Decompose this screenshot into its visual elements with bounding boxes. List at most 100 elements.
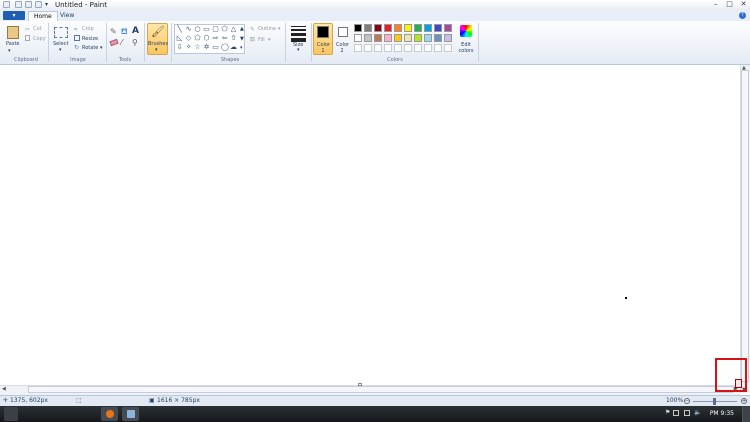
polygon-shape-icon[interactable]: ⬠ bbox=[221, 26, 228, 33]
paste-icon[interactable] bbox=[7, 26, 19, 39]
volume-tray-icon[interactable]: 🔈 bbox=[694, 409, 701, 416]
drawing-canvas[interactable] bbox=[0, 65, 740, 385]
cloud-callout-shape-icon[interactable]: ☁ bbox=[230, 44, 237, 51]
shapes-expand-icon[interactable]: ▾ bbox=[240, 45, 243, 51]
help-icon[interactable]: ? bbox=[739, 12, 746, 19]
outline-icon[interactable]: ✎ bbox=[250, 26, 255, 33]
rectangle-shape-icon[interactable]: ▭ bbox=[203, 26, 210, 33]
minimize-button[interactable]: – bbox=[711, 0, 720, 8]
show-desktop-button[interactable] bbox=[742, 406, 750, 422]
palette-swatch[interactable] bbox=[384, 34, 392, 42]
palette-swatch[interactable] bbox=[434, 34, 442, 42]
palette-swatch[interactable] bbox=[394, 24, 402, 32]
vertical-scroll-thumb[interactable] bbox=[741, 70, 749, 382]
resize-icon[interactable] bbox=[74, 35, 80, 41]
pencil-icon[interactable]: ✎ bbox=[110, 27, 117, 36]
fill-dropdown-icon[interactable]: ▾ bbox=[268, 37, 271, 43]
shapes-scroll-down-icon[interactable]: ▼ bbox=[240, 36, 244, 42]
palette-swatch[interactable] bbox=[424, 34, 432, 42]
color-picker-icon[interactable]: ⁄ bbox=[121, 38, 122, 47]
crop-icon[interactable]: ⌗ bbox=[74, 26, 77, 34]
text-tool-icon[interactable]: A bbox=[132, 26, 139, 36]
maximize-button[interactable]: □ bbox=[725, 0, 734, 8]
brushes-dropdown-icon[interactable]: ▾ bbox=[155, 47, 158, 53]
magnifier-icon[interactable]: ⚲ bbox=[132, 38, 138, 47]
palette-swatch[interactable] bbox=[394, 34, 402, 42]
paint-app-icon[interactable] bbox=[3, 1, 10, 8]
palette-swatch[interactable] bbox=[424, 44, 432, 52]
redo-quick-icon[interactable] bbox=[35, 1, 42, 8]
palette-swatch[interactable] bbox=[374, 24, 382, 32]
size-dropdown-icon[interactable]: ▾ bbox=[297, 47, 300, 53]
rotate-dropdown-icon[interactable]: ▾ bbox=[100, 45, 103, 51]
tab-view[interactable]: View bbox=[55, 11, 79, 21]
canvas-bottom-resize-handle[interactable] bbox=[358, 383, 362, 386]
palette-swatch[interactable] bbox=[404, 44, 412, 52]
display-tray-icon[interactable] bbox=[684, 410, 690, 416]
copy-icon[interactable] bbox=[25, 35, 30, 41]
callout-shape-icon[interactable]: ▭ bbox=[212, 44, 219, 51]
select-icon[interactable] bbox=[54, 27, 68, 38]
paint-menu-button[interactable]: ▾ bbox=[3, 11, 25, 20]
firefox-taskbar-icon[interactable] bbox=[101, 407, 118, 421]
palette-swatch[interactable] bbox=[424, 24, 432, 32]
zoom-in-icon[interactable]: + bbox=[741, 398, 747, 404]
shapes-scroll-up-icon[interactable]: ▲ bbox=[240, 26, 244, 32]
close-button[interactable]: ✕ bbox=[739, 0, 748, 8]
scroll-left-icon[interactable]: ◀ bbox=[2, 386, 6, 392]
undo-quick-icon[interactable] bbox=[25, 1, 32, 8]
resize-button[interactable]: Resize bbox=[82, 36, 98, 42]
palette-swatch[interactable] bbox=[354, 34, 362, 42]
line-shape-icon[interactable]: ╲ bbox=[176, 26, 183, 33]
canvas-corner-resize-handle[interactable] bbox=[735, 379, 742, 388]
six-point-star-shape-icon[interactable]: ✡ bbox=[203, 44, 210, 51]
palette-swatch[interactable] bbox=[394, 44, 402, 52]
palette-swatch[interactable] bbox=[354, 44, 362, 52]
outline-dropdown-icon[interactable]: ▾ bbox=[278, 26, 281, 32]
color2-swatch[interactable] bbox=[338, 27, 348, 37]
left-arrow-shape-icon[interactable]: ⇦ bbox=[221, 35, 228, 42]
palette-swatch[interactable] bbox=[354, 24, 362, 32]
copy-button[interactable]: Copy bbox=[33, 36, 46, 42]
diamond-shape-icon[interactable]: ◇ bbox=[185, 35, 192, 42]
clock[interactable]: PM 9:35 bbox=[710, 410, 734, 417]
palette-swatch[interactable] bbox=[414, 44, 422, 52]
five-point-star-shape-icon[interactable]: ☆ bbox=[194, 44, 201, 51]
cut-icon[interactable]: ✂ bbox=[25, 26, 30, 33]
fill-bucket-icon[interactable]: ⛾ bbox=[121, 27, 128, 37]
palette-swatch[interactable] bbox=[384, 44, 392, 52]
palette-swatch[interactable] bbox=[414, 34, 422, 42]
palette-swatch[interactable] bbox=[434, 44, 442, 52]
palette-swatch[interactable] bbox=[434, 24, 442, 32]
palette-swatch[interactable] bbox=[444, 34, 452, 42]
size-icon[interactable] bbox=[291, 26, 306, 42]
zoom-slider-thumb[interactable] bbox=[713, 398, 716, 405]
outline-button[interactable]: Outline bbox=[258, 26, 276, 32]
palette-swatch[interactable] bbox=[364, 44, 372, 52]
rotate-button[interactable]: Rotate bbox=[82, 45, 98, 51]
horizontal-scroll-thumb[interactable] bbox=[28, 386, 734, 393]
hexagon-shape-icon[interactable]: ⬡ bbox=[203, 35, 210, 42]
palette-swatch[interactable] bbox=[444, 24, 452, 32]
color2-label[interactable]: Color 2 bbox=[336, 42, 349, 54]
triangle-shape-icon[interactable]: △ bbox=[230, 26, 237, 33]
quick-access-dropdown-icon[interactable]: ▾ bbox=[45, 1, 48, 8]
network-tray-icon[interactable] bbox=[673, 410, 679, 416]
save-quick-icon[interactable] bbox=[15, 1, 22, 8]
edit-colors-button[interactable]: Edit colors bbox=[458, 42, 474, 54]
cut-button[interactable]: Cut bbox=[33, 26, 42, 32]
zoom-out-icon[interactable]: − bbox=[684, 398, 690, 404]
up-arrow-shape-icon[interactable]: ⇧ bbox=[230, 35, 237, 42]
palette-swatch[interactable] bbox=[404, 24, 412, 32]
rotate-icon[interactable]: ↻ bbox=[74, 44, 79, 51]
right-triangle-shape-icon[interactable]: ◺ bbox=[176, 35, 183, 42]
select-dropdown-icon[interactable]: ▾ bbox=[59, 47, 62, 53]
oval-callout-shape-icon[interactable]: ◯ bbox=[221, 44, 229, 51]
palette-swatch[interactable] bbox=[414, 24, 422, 32]
fill-button[interactable]: Fill bbox=[258, 37, 265, 43]
down-arrow-shape-icon[interactable]: ⇩ bbox=[176, 44, 183, 51]
palette-swatch[interactable] bbox=[364, 24, 372, 32]
paint-taskbar-icon[interactable] bbox=[122, 407, 139, 421]
paste-dropdown-icon[interactable]: ▾ bbox=[8, 48, 11, 54]
start-button[interactable] bbox=[4, 407, 18, 421]
